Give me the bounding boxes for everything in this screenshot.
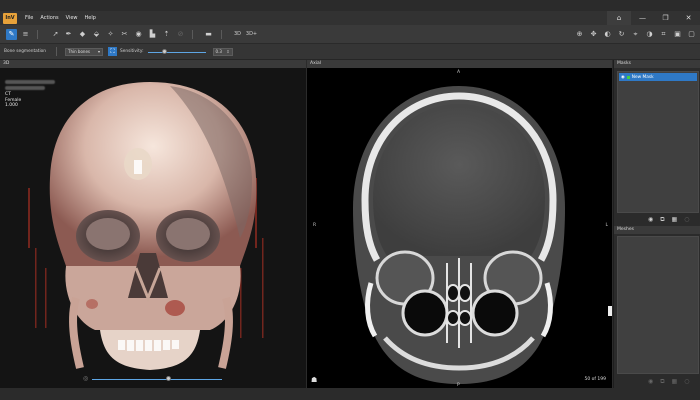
orientation-anterior: A [457, 70, 461, 75]
masks-panel-title: Masks [614, 60, 700, 68]
menu-file[interactable]: File [25, 15, 33, 21]
orientation-left: L [605, 223, 608, 228]
sensitivity-slider-track [147, 51, 206, 53]
3d-plus-icon[interactable]: 3D+ [246, 29, 257, 40]
skull-3d-render [28, 82, 264, 370]
expand-icon[interactable]: ⛶ [108, 47, 118, 56]
delete-icon[interactable]: ▦ [672, 216, 678, 224]
pan-icon[interactable]: ✥ [588, 29, 599, 40]
sensitivity-slider[interactable] [147, 48, 206, 56]
minimize-button[interactable]: — [631, 11, 654, 25]
export-icon[interactable]: ⇡ [161, 29, 172, 40]
app-logo: InV [3, 12, 17, 24]
window-controls: ⌂ — ❐ ✕ [607, 11, 700, 25]
sensitivity-input[interactable]: 0.3 ⇳ [212, 47, 233, 56]
right-panel: Masks ◉ New Mask ◉ ⧉ ▦ ○ Meshes ◉ ⧉ ▦ ○ [613, 60, 700, 388]
patient-value: 1.000 [5, 103, 18, 109]
3d-icon[interactable]: 3D [232, 29, 243, 40]
disabled-icon: ⊘ [177, 30, 184, 38]
eye-icon[interactable]: ◉ [621, 75, 625, 80]
screenshot-icon[interactable]: ▢ [686, 29, 697, 40]
eye-icon[interactable]: ◉ [648, 216, 653, 224]
disabled-icon: ○ [684, 216, 690, 223]
home-icon[interactable]: ⌂ [607, 11, 631, 25]
tool-name-label: Bone segmentation [4, 49, 47, 54]
layout-icon[interactable]: ▣ [672, 29, 683, 40]
cut-icon[interactable]: ✂ [119, 29, 130, 40]
menu-view[interactable]: View [66, 15, 78, 21]
bone-preset-dropdown[interactable]: Thin bones ▾ [65, 47, 104, 56]
delete-icon: ▦ [671, 378, 678, 385]
menu-help[interactable]: Help [85, 15, 96, 21]
mask-name: New Mask [631, 74, 654, 80]
status-bar [0, 388, 700, 400]
mask-actions: ◉ ⧉ ▦ ○ [648, 216, 689, 224]
masks-list[interactable]: ◉ New Mask [617, 71, 699, 213]
duplicate-icon[interactable]: ⧉ [660, 216, 664, 224]
bone-preset-value: Thin bones [68, 49, 90, 54]
options-divider [56, 47, 58, 56]
threshold-icon[interactable]: ◉ [133, 29, 144, 40]
head-orientation-icon: ☗ [311, 376, 318, 384]
opacity-slider-handle[interactable] [166, 376, 171, 381]
toolbar-divider [37, 30, 38, 39]
view-axial-viewport[interactable]: A R L P ☗ 50 of 199 [307, 68, 612, 388]
crop-icon[interactable]: ⌗ [658, 29, 669, 40]
brush-tool-icon[interactable]: ✎ [6, 29, 17, 40]
sensitivity-slider-handle[interactable] [162, 48, 168, 54]
eye-icon[interactable]: ◎ [83, 375, 88, 382]
zoom-icon[interactable]: ⊕ [574, 29, 585, 40]
menu-bar: File Actions View Help [25, 15, 96, 21]
slice-scroll-indicator[interactable] [608, 306, 612, 316]
view-axial-header: Axial [307, 60, 612, 68]
pen-icon[interactable]: ✒ [63, 29, 74, 40]
target-icon[interactable]: ⌖ [630, 29, 641, 40]
meshes-panel-title: Meshes [614, 226, 700, 234]
mask-item[interactable]: ◉ New Mask [619, 73, 697, 81]
patient-info: CT Female 1.000 [5, 80, 55, 109]
stepper-icon[interactable]: ⇳ [226, 49, 229, 54]
mesh-actions: ◉ ⧉ ▦ ○ [648, 378, 689, 386]
view-3d-header: 3D [0, 60, 306, 68]
tool-options-bar: Bone segmentation Thin bones ▾ ⛶ Sensiti… [0, 44, 700, 60]
disabled-icon: ○ [684, 378, 690, 385]
toolbar-divider [192, 30, 193, 39]
toolbar-divider [221, 30, 222, 39]
sensitivity-label: Sensitivity: [120, 49, 144, 54]
menu-actions[interactable]: Actions [40, 15, 58, 21]
restore-button[interactable]: ❐ [654, 11, 677, 25]
contrast-icon[interactable]: ◐ [602, 29, 613, 40]
axial-ct-slice [353, 86, 565, 384]
magic-wand-icon[interactable]: ✧ [105, 29, 116, 40]
slice-counter: 50 of 199 [584, 377, 606, 382]
select-arrow-icon[interactable]: ➚ [50, 29, 61, 40]
meshes-list[interactable] [617, 236, 699, 374]
title-bar: InV File Actions View Help ⌂ — ❐ ✕ [0, 11, 700, 25]
sensitivity-value: 0.3 [215, 49, 222, 54]
fill-icon[interactable]: ⬙ [91, 29, 102, 40]
chevron-down-icon: ▾ [98, 49, 101, 54]
patient-id-redacted [5, 86, 45, 90]
main-toolbar: ✎ ≡ ➚ ✒ ◆ ⬙ ✧ ✂ ◉ ▙ ⇡ ⊘ ▬ 3D 3D+ ⊕ ✥ ◐ ↻… [0, 25, 700, 44]
brightness-icon[interactable]: ◑ [644, 29, 655, 40]
eraser-icon[interactable]: ◆ [77, 29, 88, 40]
close-button[interactable]: ✕ [677, 11, 700, 25]
orientation-right: R [313, 223, 317, 228]
opacity-slider-track[interactable] [92, 379, 222, 380]
duplicate-icon: ⧉ [660, 378, 665, 385]
layers-icon[interactable]: ≡ [20, 29, 31, 40]
histogram-icon[interactable]: ▙ [147, 29, 158, 40]
view-3d-viewport[interactable]: CT Female 1.000 ◎ [0, 68, 306, 388]
mask-color-swatch[interactable] [626, 75, 630, 79]
eye-icon: ◉ [648, 378, 654, 385]
patient-name-redacted [5, 80, 55, 84]
minus-icon[interactable]: ▬ [203, 29, 214, 40]
reset-icon[interactable]: ↻ [616, 29, 627, 40]
